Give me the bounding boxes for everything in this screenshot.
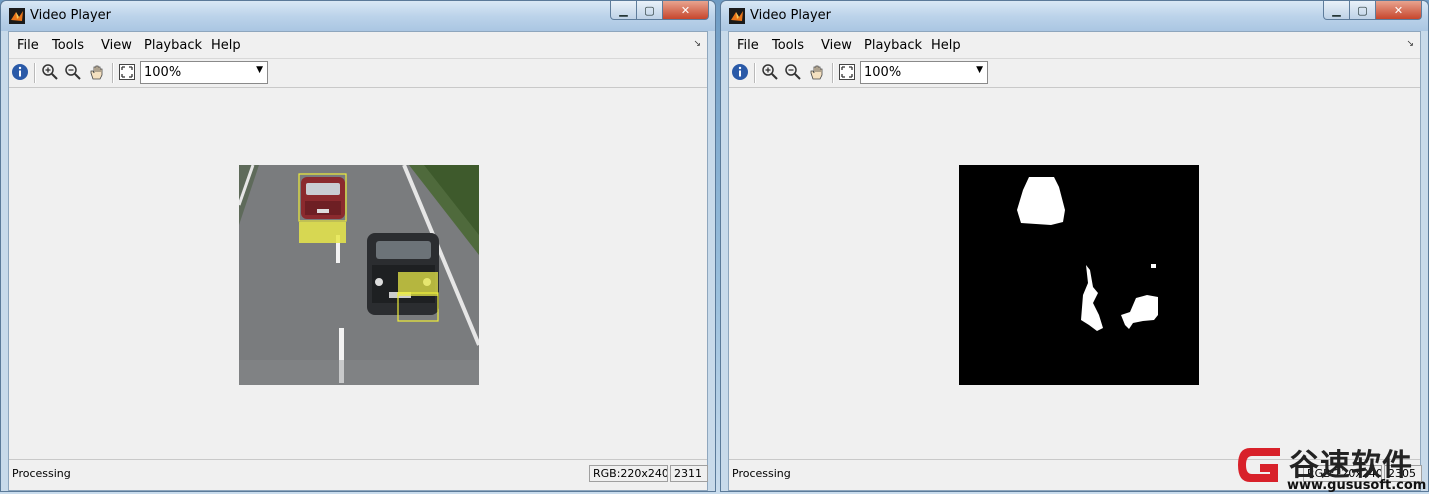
menu-file[interactable]: File — [17, 38, 39, 53]
menu-view[interactable]: View — [821, 38, 852, 53]
video-player-window-right[interactable]: Video Player ▁ ▢ ✕ File Tools View Playb… — [720, 0, 1429, 492]
video-viewport — [9, 88, 707, 459]
window-title: Video Player — [750, 8, 832, 23]
zoom-in-icon[interactable] — [761, 63, 779, 81]
chevron-down-icon: ▼ — [256, 65, 263, 75]
matlab-icon — [729, 8, 745, 24]
toolbar-separator — [112, 63, 114, 83]
zoom-select[interactable]: 100% ▼ — [140, 61, 268, 84]
watermark-url: www.gususoft.com — [1287, 478, 1427, 493]
zoom-out-icon[interactable] — [784, 63, 802, 81]
menu-tools[interactable]: Tools — [772, 38, 804, 53]
maximize-icon: ▢ — [1357, 3, 1368, 17]
maximize-icon: ▢ — [644, 3, 655, 17]
menu-help[interactable]: Help — [931, 38, 961, 53]
pan-hand-icon[interactable] — [88, 63, 106, 81]
title-bar[interactable]: Video Player ▁ ▢ ✕ — [1, 1, 715, 31]
zoom-value: 100% — [864, 65, 902, 80]
fit-to-window-icon[interactable] — [838, 63, 856, 81]
dock-arrow-icon[interactable]: ↘ — [693, 39, 701, 49]
menu-help[interactable]: Help — [211, 38, 241, 53]
minimize-button[interactable]: ▁ — [1323, 1, 1350, 20]
toolbar-separator — [832, 63, 834, 83]
menu-playback[interactable]: Playback — [144, 38, 202, 53]
menu-file[interactable]: File — [737, 38, 759, 53]
menu-tools[interactable]: Tools — [52, 38, 84, 53]
foreground-mask-frame — [959, 165, 1199, 385]
zoom-value: 100% — [144, 65, 182, 80]
title-bar[interactable]: Video Player ▁ ▢ ✕ — [721, 1, 1428, 31]
toolbar-separator — [34, 63, 36, 83]
pan-hand-icon[interactable] — [808, 63, 826, 81]
minimize-button[interactable]: ▁ — [610, 1, 637, 20]
close-icon: ✕ — [1393, 3, 1404, 17]
close-icon: ✕ — [680, 3, 691, 17]
menu-bar: File Tools View Playback Help ↘ — [729, 32, 1420, 59]
matlab-icon — [9, 8, 25, 24]
image-info: RGB:220x240 — [589, 465, 668, 482]
minimize-icon: ▁ — [1332, 3, 1341, 17]
close-button[interactable]: ✕ — [1376, 1, 1422, 20]
close-button[interactable]: ✕ — [663, 1, 709, 20]
menu-bar: File Tools View Playback Help ↘ — [9, 32, 707, 59]
menu-view[interactable]: View — [101, 38, 132, 53]
minimize-icon: ▁ — [619, 3, 628, 17]
watermark: 谷速软件 www.gususoft.com — [1230, 438, 1429, 494]
video-frame — [239, 165, 479, 385]
status-text: Processing — [12, 467, 71, 480]
info-icon[interactable] — [731, 63, 749, 81]
video-viewport — [729, 88, 1420, 459]
zoom-select[interactable]: 100% ▼ — [860, 61, 988, 84]
client-area: File Tools View Playback Help ↘ 100% ▼ P… — [728, 31, 1422, 491]
window-title: Video Player — [30, 8, 112, 23]
toolbar: 100% ▼ — [9, 59, 707, 88]
caption-buttons: ▁ ▢ ✕ — [610, 1, 709, 21]
status-bar: Processing RGB:220x240 2311 — [9, 459, 708, 490]
zoom-out-icon[interactable] — [64, 63, 82, 81]
gususoft-logo-icon — [1238, 448, 1280, 482]
frame-number: 2311 — [670, 465, 708, 482]
caption-buttons: ▁ ▢ ✕ — [1323, 1, 1422, 21]
chevron-down-icon: ▼ — [976, 65, 983, 75]
maximize-button[interactable]: ▢ — [1350, 1, 1376, 20]
menu-playback[interactable]: Playback — [864, 38, 922, 53]
dock-arrow-icon[interactable]: ↘ — [1406, 39, 1414, 49]
client-area: File Tools View Playback Help ↘ 100% ▼ P… — [8, 31, 708, 491]
toolbar-separator — [754, 63, 756, 83]
zoom-in-icon[interactable] — [41, 63, 59, 81]
video-player-window-left[interactable]: Video Player ▁ ▢ ✕ File Tools View Playb… — [0, 0, 716, 492]
status-text: Processing — [732, 467, 791, 480]
toolbar: 100% ▼ — [729, 59, 1420, 88]
info-icon[interactable] — [11, 63, 29, 81]
fit-to-window-icon[interactable] — [118, 63, 136, 81]
maximize-button[interactable]: ▢ — [637, 1, 663, 20]
